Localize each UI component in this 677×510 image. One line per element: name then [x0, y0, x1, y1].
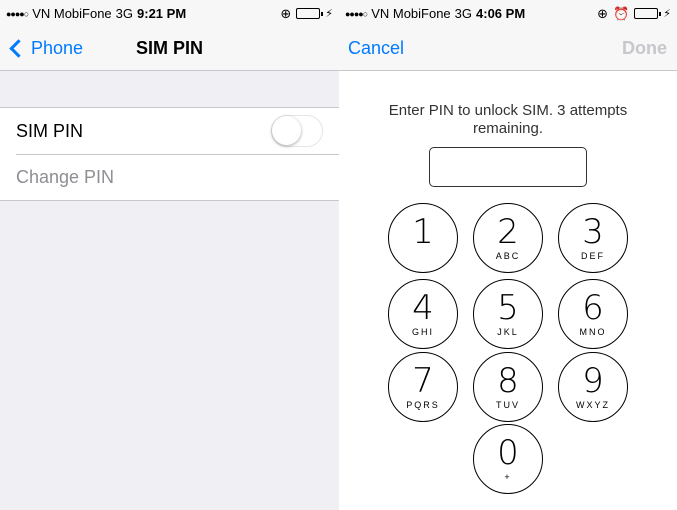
- key-digit: 8: [497, 361, 519, 401]
- key-letters: GHI: [411, 327, 434, 337]
- signal-icon: ●●●●○: [345, 8, 368, 19]
- key-letters: ABC: [495, 251, 521, 261]
- sim-pin-group: SIM PIN Change PIN: [0, 107, 339, 201]
- key-digit: 2: [497, 212, 519, 252]
- keypad-key-4[interactable]: 4 GHI: [388, 279, 458, 349]
- keypad-key-7[interactable]: 7 PQRS: [388, 352, 458, 422]
- chevron-left-icon: [9, 39, 28, 58]
- key-letters: MNO: [579, 327, 607, 337]
- status-icons: ⊕ ⚡: [280, 6, 333, 22]
- pin-prompt: Enter PIN to unlock SIM. 3 attempts rema…: [388, 102, 628, 137]
- key-letters: +: [504, 472, 512, 482]
- key-digit: 7: [412, 361, 434, 401]
- toggle-knob: [272, 116, 301, 145]
- key-letters: JKL: [497, 327, 519, 337]
- battery-icon: [296, 8, 324, 19]
- key-digit: 1: [412, 212, 434, 252]
- cancel-button[interactable]: Cancel: [348, 38, 404, 59]
- status-time: 9:21 PM: [137, 6, 187, 21]
- carrier-info: ●●●●○ VN MobiFone 3G: [6, 6, 133, 21]
- key-digit: 4: [412, 288, 434, 328]
- sim-pin-row: SIM PIN: [0, 108, 339, 154]
- keypad-key-9[interactable]: 9 WXYZ: [558, 352, 628, 422]
- key-digit: 3: [582, 212, 604, 252]
- key-letters: PQRS: [406, 400, 440, 410]
- carrier-info: ●●●●○ VN MobiFone 3G: [345, 6, 472, 21]
- keypad-key-1[interactable]: 1: [388, 203, 458, 273]
- change-pin-label: Change PIN: [16, 166, 115, 187]
- keypad-key-3[interactable]: 3 DEF: [558, 203, 628, 273]
- status-icons: ⊕ ⏰ ⚡: [597, 6, 671, 22]
- status-time: 4:06 PM: [476, 6, 526, 21]
- back-button[interactable]: Phone: [8, 38, 83, 59]
- sim-unlock-screen: ●●●●○ VN MobiFone 3G 4:06 PM ⊕ ⏰ ⚡ Cance…: [339, 0, 677, 510]
- battery-icon: [634, 8, 662, 19]
- keypad-key-8[interactable]: 8 TUV: [473, 352, 543, 422]
- charging-icon: ⚡: [663, 8, 671, 20]
- alarm-icon: ⏰: [613, 5, 630, 21]
- carrier-name: VN MobiFone: [32, 6, 112, 21]
- keypad-key-2[interactable]: 2 ABC: [473, 203, 543, 273]
- sim-pin-label: SIM PIN: [16, 120, 84, 141]
- key-digit: 9: [582, 361, 604, 401]
- key-digit: 0: [497, 433, 519, 473]
- change-pin-row[interactable]: Change PIN: [0, 154, 339, 200]
- keypad-key-0[interactable]: 0 +: [473, 424, 543, 494]
- back-label: Phone: [31, 38, 84, 58]
- rotation-lock-icon: ⊕: [597, 5, 609, 21]
- keypad-key-6[interactable]: 6 MNO: [558, 279, 628, 349]
- status-bar: ●●●●○ VN MobiFone 3G 4:06 PM ⊕ ⏰ ⚡: [339, 0, 677, 27]
- sim-pin-toggle[interactable]: [271, 115, 323, 147]
- key-letters: TUV: [496, 400, 520, 410]
- key-letters: DEF: [581, 251, 605, 261]
- signal-icon: ●●●●○: [6, 8, 29, 19]
- network-type: 3G: [454, 6, 473, 21]
- network-type: 3G: [115, 6, 134, 21]
- keypad-key-5[interactable]: 5 JKL: [473, 279, 543, 349]
- status-bar: ●●●●○ VN MobiFone 3G 9:21 PM ⊕ ⚡: [0, 0, 339, 27]
- done-button[interactable]: Done: [622, 38, 667, 59]
- nav-bar: Phone SIM PIN: [0, 27, 339, 71]
- sim-pin-settings-screen: ●●●●○ VN MobiFone 3G 9:21 PM ⊕ ⚡ Phone S…: [0, 0, 339, 510]
- charging-icon: ⚡: [325, 8, 333, 20]
- rotation-lock-icon: ⊕: [280, 5, 292, 21]
- key-letters: WXYZ: [576, 400, 610, 410]
- key-digit: 5: [497, 288, 519, 328]
- key-digit: 6: [582, 288, 604, 328]
- carrier-name: VN MobiFone: [371, 6, 451, 21]
- pin-input[interactable]: [429, 147, 587, 187]
- nav-bar: Cancel Done: [339, 27, 677, 71]
